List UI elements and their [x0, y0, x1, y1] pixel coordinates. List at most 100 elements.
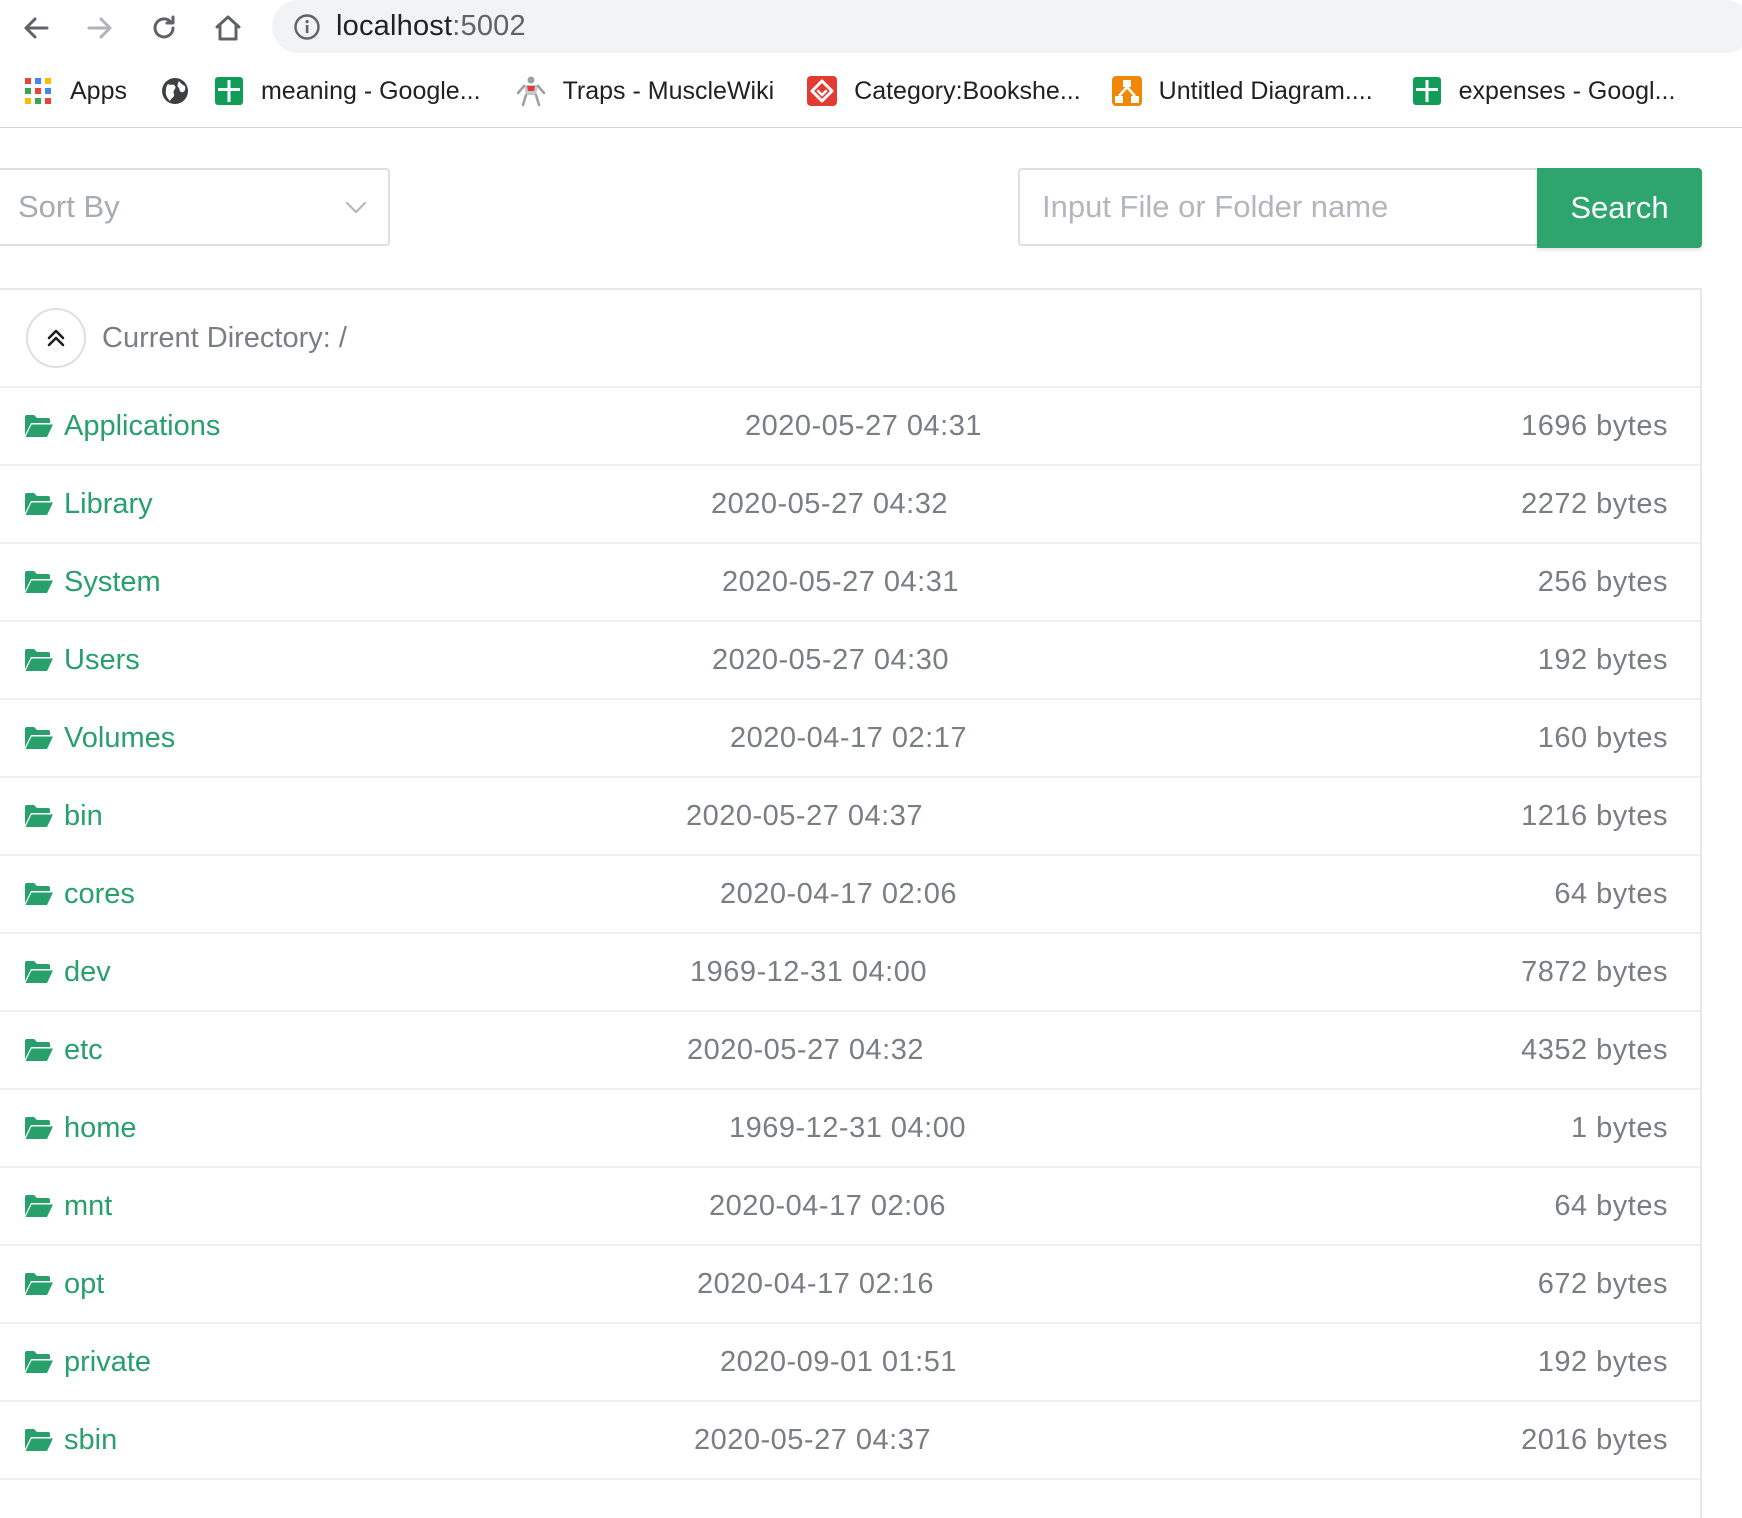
- directory-header: Current Directory: /: [0, 290, 1700, 388]
- folder-link[interactable]: etc: [24, 1012, 103, 1088]
- reload-button[interactable]: [144, 8, 184, 48]
- folder-open-icon: [24, 725, 56, 751]
- search-input[interactable]: [1018, 168, 1538, 246]
- google-sheets-icon: [213, 75, 245, 107]
- folder-link[interactable]: opt: [24, 1246, 104, 1322]
- file-modified-date: 1969-12-31 04:00: [729, 1112, 966, 1144]
- file-size: 2272 bytes: [1521, 488, 1668, 520]
- bookmark-label: meaning - Google...: [260, 76, 481, 105]
- folder-link[interactable]: cores: [24, 856, 135, 932]
- file-modified-date: 2020-04-17 02:06: [720, 878, 957, 910]
- folder-open-icon: [24, 881, 56, 907]
- address-bar[interactable]: localhost:5002: [272, 0, 1742, 53]
- folder-link[interactable]: bin: [24, 778, 103, 854]
- file-name[interactable]: etc: [64, 1034, 103, 1067]
- file-modified-date: 2020-05-27 04:37: [694, 1424, 931, 1456]
- current-directory-label: Current Directory: /: [102, 322, 347, 354]
- file-list: Applications 2020-05-27 04:31 1696 bytes Li…: [0, 388, 1700, 1480]
- bookmark-expenses[interactable]: expenses - Googl...: [1411, 64, 1675, 118]
- file-name[interactable]: mnt: [64, 1190, 112, 1223]
- file-row: opt 2020-04-17 02:16 672 bytes: [0, 1246, 1700, 1324]
- file-modified-date: 2020-05-27 04:32: [687, 1034, 924, 1066]
- file-size: 192 bytes: [1537, 644, 1668, 676]
- file-size: 192 bytes: [1537, 1346, 1668, 1378]
- file-name[interactable]: opt: [64, 1268, 104, 1301]
- home-button[interactable]: [208, 8, 248, 48]
- file-modified-date: 2020-04-17 02:06: [709, 1190, 946, 1222]
- file-size: 64 bytes: [1554, 878, 1668, 910]
- url-text[interactable]: localhost:5002: [336, 10, 526, 43]
- folder-link[interactable]: Volumes: [24, 700, 175, 776]
- file-modified-date: 2020-05-27 04:32: [711, 488, 948, 520]
- arrow-right-icon: [87, 17, 112, 39]
- apps-grid-icon: [22, 75, 54, 107]
- folder-open-icon: [24, 647, 56, 673]
- file-name[interactable]: sbin: [64, 1424, 117, 1457]
- file-row: cores 2020-04-17 02:06 64 bytes: [0, 856, 1700, 934]
- folder-link[interactable]: sbin: [24, 1402, 117, 1478]
- folder-link[interactable]: Users: [24, 622, 140, 698]
- file-name[interactable]: home: [64, 1112, 137, 1145]
- folder-link[interactable]: dev: [24, 934, 111, 1010]
- file-name[interactable]: Library: [64, 488, 153, 521]
- file-name[interactable]: private: [64, 1346, 151, 1379]
- file-size: 1 bytes: [1571, 1112, 1668, 1144]
- parent-directory-button[interactable]: [26, 308, 86, 368]
- file-size: 256 bytes: [1537, 566, 1668, 598]
- folder-open-icon: [24, 1037, 56, 1063]
- file-modified-date: 2020-05-27 04:30: [712, 644, 949, 676]
- folder-open-icon: [24, 1271, 56, 1297]
- search-button[interactable]: Search: [1537, 168, 1702, 248]
- bookmark-untitled-diagram[interactable]: Untitled Diagram....: [1111, 64, 1373, 118]
- double-chevron-up-icon: [47, 329, 65, 347]
- file-row: home 1969-12-31 04:00 1 bytes: [0, 1090, 1700, 1168]
- folder-open-icon: [24, 1349, 56, 1375]
- file-modified-date: 2020-09-01 01:51: [720, 1346, 957, 1378]
- back-button[interactable]: [16, 8, 56, 48]
- file-size: 160 bytes: [1537, 722, 1668, 754]
- bookmark-musclewiki[interactable]: Traps - MuscleWiki: [515, 64, 775, 118]
- file-size: 1216 bytes: [1521, 800, 1668, 832]
- forward-button[interactable]: [80, 8, 120, 48]
- bookmark-bookshelf[interactable]: Category:Bookshe...: [806, 64, 1081, 118]
- file-name[interactable]: dev: [64, 956, 111, 989]
- site-info-icon[interactable]: [292, 12, 322, 42]
- file-modified-date: 2020-05-27 04:31: [745, 410, 982, 442]
- sort-by-select[interactable]: Sort By: [0, 168, 390, 246]
- bookmark-globe[interactable]: [159, 64, 207, 118]
- globe-icon: [159, 75, 191, 107]
- folder-link[interactable]: home: [24, 1090, 137, 1166]
- musclewiki-icon: [515, 75, 547, 107]
- drawio-icon: [1111, 75, 1143, 107]
- folder-link[interactable]: mnt: [24, 1168, 112, 1244]
- file-name[interactable]: Applications: [64, 410, 220, 443]
- file-name[interactable]: System: [64, 566, 161, 599]
- bookmark-label: Traps - MuscleWiki: [562, 76, 775, 105]
- folder-link[interactable]: private: [24, 1324, 151, 1400]
- file-modified-date: 2020-05-27 04:31: [722, 566, 959, 598]
- file-name[interactable]: Users: [64, 644, 140, 677]
- file-size: 1696 bytes: [1521, 410, 1668, 442]
- home-icon: [215, 15, 241, 41]
- file-row: sbin 2020-05-27 04:37 2016 bytes: [0, 1402, 1700, 1480]
- file-row: etc 2020-05-27 04:32 4352 bytes: [0, 1012, 1700, 1090]
- file-name[interactable]: cores: [64, 878, 135, 911]
- url-port: :5002: [452, 10, 526, 42]
- folder-link[interactable]: System: [24, 544, 161, 620]
- url-host: localhost: [336, 10, 453, 42]
- file-list-panel: Current Directory: / Applications 2020-05…: [0, 288, 1702, 1518]
- bookmark-meaning[interactable]: meaning - Google...: [213, 64, 481, 118]
- folder-link[interactable]: Library: [24, 466, 153, 542]
- folder-open-icon: [24, 1193, 56, 1219]
- chevron-down-icon: [344, 196, 368, 225]
- file-size: 672 bytes: [1537, 1268, 1668, 1300]
- bookmark-apps[interactable]: Apps: [22, 64, 127, 118]
- folder-link[interactable]: Applications: [24, 388, 220, 464]
- file-row: private 2020-09-01 01:51 192 bytes: [0, 1324, 1700, 1402]
- file-row: Volumes 2020-04-17 02:17 160 bytes: [0, 700, 1700, 778]
- file-name[interactable]: Volumes: [64, 722, 175, 755]
- file-modified-date: 1969-12-31 04:00: [690, 956, 927, 988]
- file-modified-date: 2020-05-27 04:37: [686, 800, 923, 832]
- folder-open-icon: [24, 569, 56, 595]
- file-name[interactable]: bin: [64, 800, 103, 833]
